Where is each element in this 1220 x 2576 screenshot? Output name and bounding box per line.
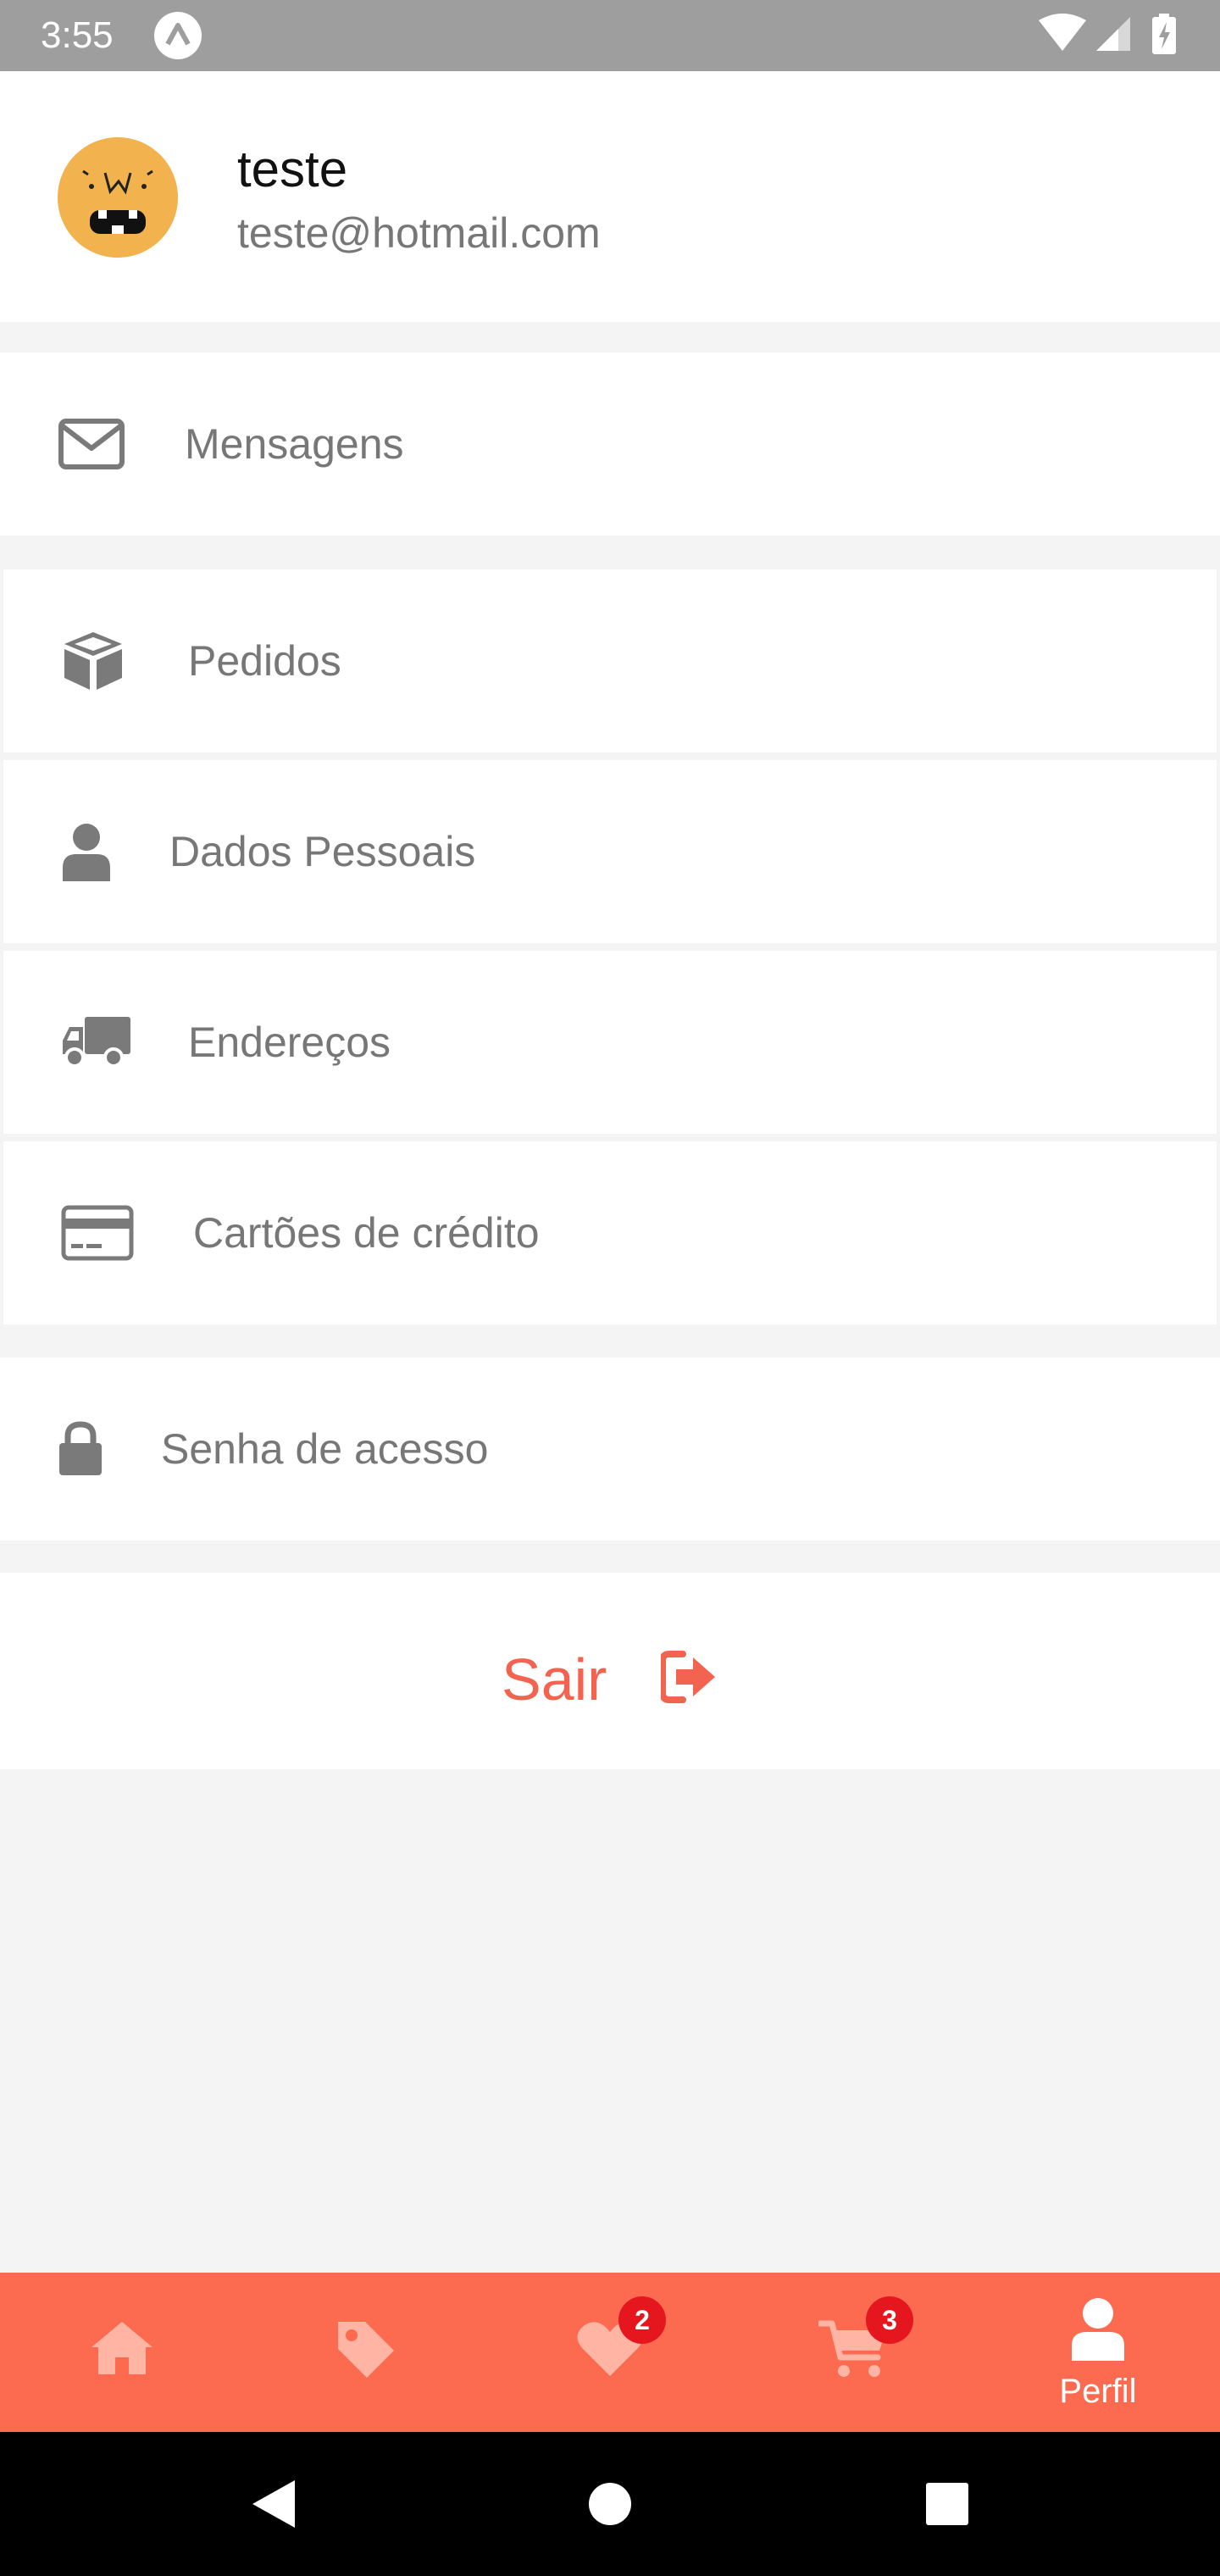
logout-label: Sair	[502, 1646, 607, 1713]
menu-item-label: Cartões de crédito	[193, 1209, 540, 1257]
menu-item-messages[interactable]: Mensagens	[0, 353, 1220, 536]
profile-name: teste	[237, 141, 348, 197]
system-nav	[0, 2432, 1220, 2576]
credit-card-icon	[61, 1205, 134, 1261]
nav-item-profile[interactable]: Perfil	[976, 2273, 1220, 2432]
menu-item-label: Pedidos	[188, 637, 341, 685]
home-icon	[88, 2318, 156, 2376]
menu-item-label: Endereços	[188, 1019, 391, 1066]
box-icon	[61, 629, 125, 693]
tag-icon	[335, 2318, 397, 2381]
cart-badge: 3	[866, 2296, 913, 2344]
menu-item-label: Senha de acesso	[161, 1425, 489, 1473]
profile-email: teste@hotmail.com	[237, 209, 601, 257]
caret-up-icon	[154, 12, 202, 59]
signal-icon	[1096, 17, 1130, 51]
menu-item-addresses[interactable]: Endereços	[3, 951, 1217, 1134]
recents-square-icon[interactable]	[925, 2482, 969, 2526]
wifi-icon	[1039, 14, 1086, 51]
profile-header: teste teste@hotmail.com	[0, 71, 1220, 322]
menu-item-credit-cards[interactable]: Cartões de crédito	[3, 1141, 1217, 1324]
nav-item-cart[interactable]: 3	[732, 2273, 976, 2432]
envelope-icon	[58, 418, 125, 470]
sign-out-icon	[659, 1651, 717, 1707]
back-icon[interactable]	[249, 2479, 297, 2529]
status-icons	[1037, 14, 1186, 58]
menu-item-label: Mensagens	[185, 420, 404, 468]
nav-item-favorites[interactable]: 2	[488, 2273, 732, 2432]
battery-charging-icon	[1152, 14, 1176, 54]
nav-label-profile: Perfil	[1059, 2373, 1137, 2410]
bottom-nav: 2 3 Perfil	[0, 2273, 1220, 2432]
favorites-badge: 2	[618, 2296, 666, 2344]
nav-item-home[interactable]	[0, 2273, 244, 2432]
status-time: 3:55	[41, 14, 114, 56]
truck-icon	[61, 1015, 132, 1069]
lock-icon	[58, 1421, 103, 1477]
menu-item-orders[interactable]: Pedidos	[3, 569, 1217, 752]
logout-button[interactable]: Sair	[0, 1573, 1220, 1769]
user-icon	[61, 822, 112, 881]
user-icon	[1070, 2296, 1126, 2361]
menu-item-label: Dados Pessoais	[169, 828, 476, 875]
status-bar: 3:55	[0, 0, 1220, 71]
home-circle-icon[interactable]	[588, 2482, 632, 2526]
menu-item-password[interactable]: Senha de acesso	[0, 1357, 1220, 1541]
nav-item-offers[interactable]	[244, 2273, 488, 2432]
avatar[interactable]	[58, 137, 178, 258]
menu-item-personal-data[interactable]: Dados Pessoais	[3, 760, 1217, 943]
